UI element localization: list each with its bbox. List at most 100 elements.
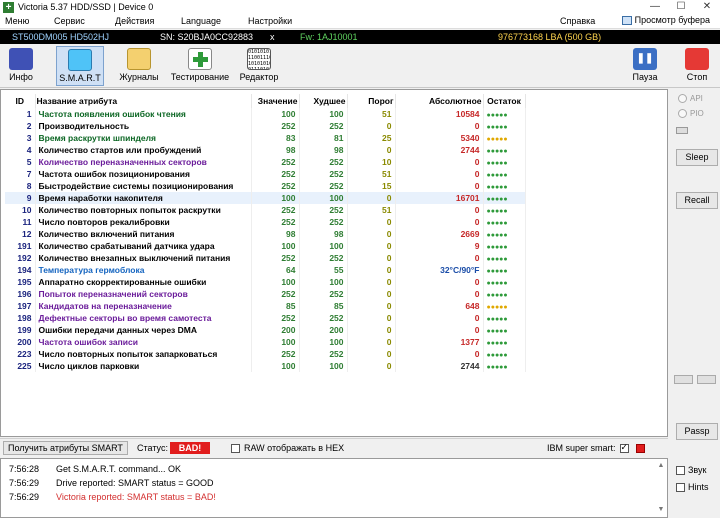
close-button[interactable]: ✕ <box>694 0 720 14</box>
col-worst[interactable]: Худшее <box>299 94 348 108</box>
table-row[interactable]: 11 Число повторов рекалибровки 252 252 0 0 ●●●… <box>5 216 526 228</box>
buffer-icon <box>621 15 632 25</box>
logs-button[interactable]: Журналы <box>116 46 162 86</box>
table-row[interactable]: 225 Число циклов парковки 100 100 0 2744 ●●●●● <box>5 360 526 372</box>
log-scroll-up-icon[interactable]: ▲ <box>657 461 665 471</box>
table-row[interactable]: 194 Температура гермоблока 64 55 0 32°C/90°F ●… <box>5 264 526 276</box>
attr-threshold: 0 <box>347 348 396 360</box>
drive-close-x[interactable]: x <box>270 32 275 42</box>
buffer-view-button[interactable]: Просмотр буфера <box>621 15 710 25</box>
editor-button[interactable]: 01010101 11001110 10101010 01110101 Реда… <box>236 46 282 86</box>
table-row[interactable]: 2 Производительность 252 252 0 0 ●●●●● <box>5 120 526 132</box>
title-bar: + Victoria 5.37 HDD/SSD | Device 0 — ☐ ✕ <box>0 0 720 14</box>
log-scroll-down-icon[interactable]: ▼ <box>657 505 665 515</box>
pio-radio[interactable]: PIO <box>678 109 704 118</box>
attr-value: 252 <box>251 168 300 180</box>
menu-item-menu[interactable]: Меню <box>5 16 29 26</box>
recall-button[interactable]: Recall <box>676 192 718 209</box>
attr-health-dots: ●●●●● <box>483 108 526 120</box>
attr-worst: 100 <box>299 192 348 204</box>
table-row[interactable]: 197 Кандидатов на переназначение 85 85 0 648 ●… <box>5 300 526 312</box>
health-dots-icon: ●●●●● <box>486 112 508 119</box>
pio-radio-label: PIO <box>690 109 704 118</box>
table-row[interactable]: 198 Дефектные секторы во время самотеста 2… <box>5 312 526 324</box>
attr-threshold: 0 <box>347 300 396 312</box>
info-button[interactable]: Инфо <box>2 46 40 86</box>
api-radio[interactable]: API <box>678 94 703 103</box>
menu-item-language[interactable]: Language <box>181 16 221 26</box>
col-id[interactable]: ID <box>5 94 36 108</box>
get-smart-attributes-button[interactable]: Получить атрибуты SMART <box>3 440 128 455</box>
hints-checkbox[interactable]: Hints <box>676 482 709 492</box>
attr-raw: 32°C/90°F <box>395 264 484 276</box>
table-row[interactable]: 9 Время наработки накопителя 100 100 0 16701 ●… <box>5 192 526 204</box>
table-row[interactable]: 196 Попыток переназначений секторов 252 252… <box>5 288 526 300</box>
table-row[interactable]: 10 Количество повторных попыток раскрутки… <box>5 204 526 216</box>
attr-worst: 100 <box>299 276 348 288</box>
attr-value: 252 <box>251 156 300 168</box>
table-row[interactable]: 1 Частота появления ошибок чтения 100 100 51… <box>5 108 526 120</box>
menu-item-service[interactable]: Сервис <box>54 16 85 26</box>
attr-raw: 0 <box>395 348 484 360</box>
passp-button[interactable]: Passp <box>676 423 718 440</box>
table-row[interactable]: 192 Количество внезапных выключений питан… <box>5 252 526 264</box>
attr-health-dots: ●●●●● <box>483 156 526 168</box>
table-row[interactable]: 7 Частота ошибок позиционирования 252 252 51… <box>5 168 526 180</box>
drive-info-bar: ST500DM005 HD502HJ SN: S20BJA0CC92883 x … <box>0 30 720 44</box>
col-threshold[interactable]: Порог <box>347 94 396 108</box>
maximize-button[interactable]: ☐ <box>668 0 694 14</box>
sleep-button[interactable]: Sleep <box>676 149 718 166</box>
table-row[interactable]: 4 Количество стартов или пробуждений 98 98 0… <box>5 144 526 156</box>
attr-threshold: 0 <box>347 336 396 348</box>
table-row[interactable]: 12 Количество включений питания 98 98 0 2669 ●… <box>5 228 526 240</box>
menu-item-actions[interactable]: Действия <box>115 16 154 26</box>
col-value[interactable]: Значение <box>251 94 300 108</box>
attr-value: 100 <box>251 336 300 348</box>
table-row[interactable]: 5 Количество переназначенных секторов 252 2… <box>5 156 526 168</box>
attr-id: 4 <box>5 144 36 156</box>
smart-attribute-grid[interactable]: ID Название атрибута Значение Худшее Пор… <box>0 89 668 437</box>
table-row[interactable]: 195 Аппаратно скорректированные ошибки 100… <box>5 276 526 288</box>
attr-raw: 5340 <box>395 132 484 144</box>
attr-worst: 100 <box>299 108 348 120</box>
testing-button[interactable]: Тестирование <box>168 46 232 86</box>
attr-name: Время раскрутки шпинделя <box>35 132 252 144</box>
attr-id: 200 <box>5 336 36 348</box>
table-row[interactable]: 200 Частота ошибок записи 100 100 0 1377 ●●●●● <box>5 336 526 348</box>
log-time: 7:56:29 <box>9 478 40 488</box>
event-log[interactable]: 7:56:28 Get S.M.A.R.T. command... OK 7:56… <box>0 458 668 518</box>
smart-button[interactable]: S.M.A.R.T <box>56 46 104 86</box>
ibm-super-smart-checkbox[interactable]: IBM super smart: <box>547 442 629 453</box>
table-row[interactable]: 223 Число повторных попыток запарковаться… <box>5 348 526 360</box>
attr-raw: 0 <box>395 120 484 132</box>
table-row[interactable]: 3 Время раскрутки шпинделя 83 81 25 5340 ●●●●● <box>5 132 526 144</box>
col-raw[interactable]: Абсолютное <box>395 94 484 108</box>
stop-button[interactable]: Стоп <box>682 46 712 86</box>
attr-id: 198 <box>5 312 36 324</box>
attr-name: Частота появления ошибок чтения <box>35 108 252 120</box>
menu-item-settings[interactable]: Настройки <box>248 16 292 26</box>
raw-hex-checkbox[interactable]: RAW отображать в HEX <box>231 443 344 453</box>
minimize-button[interactable]: — <box>642 0 668 14</box>
col-status[interactable]: Остаток <box>483 94 526 108</box>
attr-id: 2 <box>5 120 36 132</box>
attr-id: 8 <box>5 180 36 192</box>
col-name[interactable]: Название атрибута <box>35 94 252 108</box>
tiny-button-left[interactable] <box>674 375 693 384</box>
attr-value: 100 <box>251 192 300 204</box>
info-label: Инфо <box>9 72 33 82</box>
attr-worst: 252 <box>299 312 348 324</box>
table-row[interactable]: 8 Быстродействие системы позиционирования… <box>5 180 526 192</box>
attr-health-dots: ●●●●● <box>483 132 526 144</box>
attr-worst: 98 <box>299 144 348 156</box>
table-row[interactable]: 191 Количество срабатываний датчика удара… <box>5 240 526 252</box>
attr-threshold: 51 <box>347 204 396 216</box>
menu-item-help[interactable]: Справка <box>560 16 595 26</box>
table-row[interactable]: 199 Ошибки передачи данных через DMA 200 20… <box>5 324 526 336</box>
attr-health-dots: ●●●●● <box>483 180 526 192</box>
tiny-button-right[interactable] <box>697 375 716 384</box>
health-dots-icon: ●●●●● <box>486 340 508 347</box>
sound-checkbox[interactable]: Звук <box>676 465 706 475</box>
pause-button[interactable]: ❚❚ Пауза <box>630 46 660 86</box>
attr-health-dots: ●●●●● <box>483 348 526 360</box>
